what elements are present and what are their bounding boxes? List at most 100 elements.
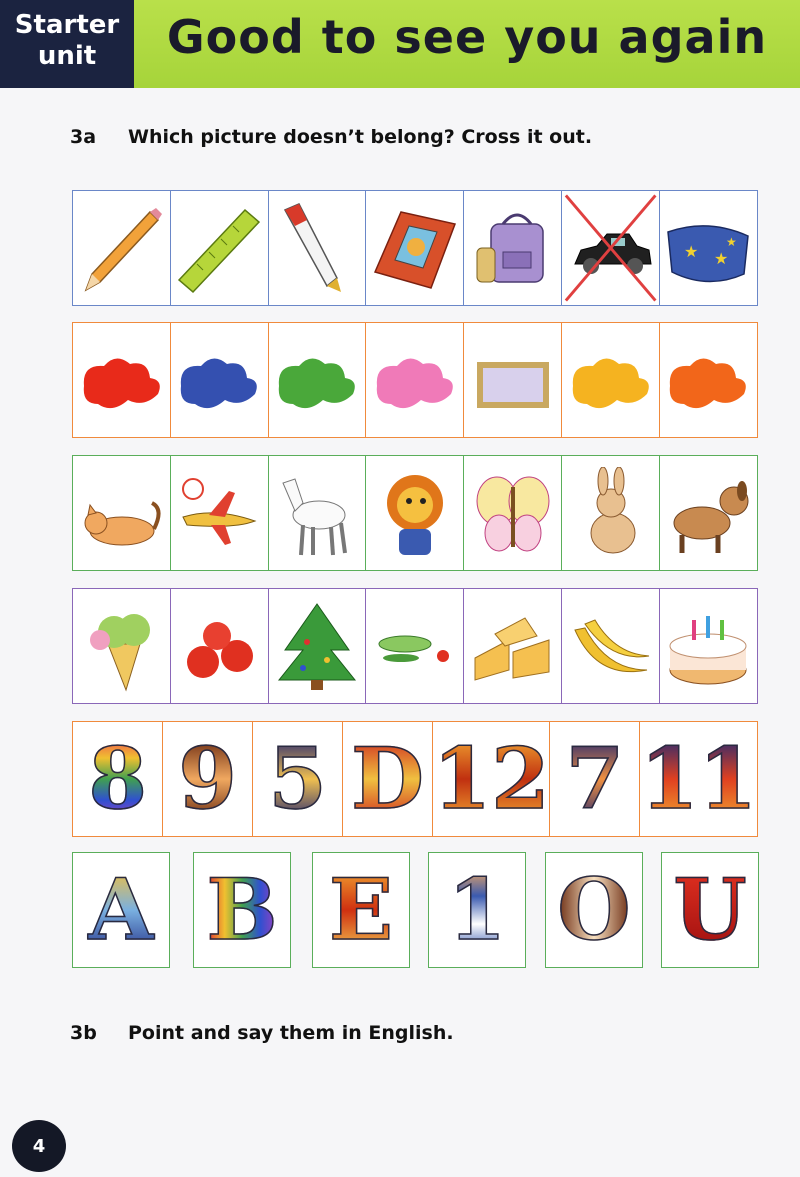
cell-cat[interactable] [72,455,172,571]
symbol-8: 8 [88,729,148,828]
dog-icon [673,481,749,553]
lion-icon [386,475,443,555]
cell-dog[interactable] [658,455,758,571]
symbol-o: O [557,860,632,959]
symbol-9: 9 [178,729,238,828]
cell-apples[interactable] [169,588,270,704]
green-paint-icon [278,358,356,409]
cell-book[interactable] [365,190,465,306]
vegetables-icon [378,635,449,662]
cell-red-paint[interactable] [72,322,172,438]
picture-row-4 [72,588,758,704]
schoolbag-icon [476,213,544,283]
symbol-row-6: A B E 1 O U [72,852,760,968]
svg-text:★: ★ [726,235,737,249]
cell-picture-frame[interactable] [463,322,563,438]
exercise-number-3b: 3b [70,1022,97,1044]
ruler-icon [178,208,261,294]
picture-frame-icon [476,362,549,408]
picture-row-1: ★ ★ ★ [72,190,758,306]
symbol-7: 7 [565,729,625,828]
symbol-u: U [673,860,748,959]
svg-text:★: ★ [714,249,728,268]
cell-vegetables[interactable] [365,588,465,704]
cell-symbol[interactable]: E [312,852,410,968]
cell-schoolbag[interactable] [463,190,563,306]
svg-text:★: ★ [684,242,698,261]
cell-bananas[interactable] [560,588,661,704]
instruction-text-3b: Point and say them in English. [128,1022,454,1044]
instruction-text-3a: Which picture doesn’t belong? Cross it o… [128,126,593,148]
pink-paint-icon [376,358,453,409]
cell-symbol[interactable]: 7 [549,721,641,837]
page-title: Good to see you again [166,10,768,64]
picture-row-3 [72,455,758,571]
title-band: Good to see you again [134,0,800,88]
symbol-e: E [328,860,394,959]
cell-car-crossed[interactable] [560,190,661,306]
birthday-cake-icon [669,616,747,685]
symbol-d: D [350,729,424,828]
pencil-icon [84,208,162,292]
plane-icon [182,478,257,545]
cell-symbol[interactable]: D [341,721,434,837]
blue-paint-icon [181,358,258,409]
ice-cream-icon [89,614,150,692]
horse-icon [282,478,348,556]
symbol-a: A [88,860,155,959]
page-number: 4 [12,1120,66,1172]
cat-icon [84,501,161,546]
cell-blue-paint[interactable] [169,322,270,438]
cell-cheese[interactable] [463,588,563,704]
red-paint-icon [83,358,160,409]
cell-pink-paint[interactable] [365,322,465,438]
symbol-b: B [206,860,279,959]
christmas-tree-icon [278,603,357,690]
instruction-3b: 3b Point and say them in English. [70,1022,454,1044]
cell-rabbit[interactable] [560,455,661,571]
symbol-1: 1 [447,860,507,959]
symbol-12: 12 [432,729,550,828]
cell-birthday-cake[interactable] [658,588,758,704]
cell-symbol[interactable]: U [661,852,759,968]
unit-label-line1: Starter [14,10,120,40]
cell-symbol[interactable]: 9 [161,721,254,837]
unit-label: Starter unit [0,0,134,88]
cell-pencil-case[interactable]: ★ ★ ★ [658,190,758,306]
butterfly-icon [476,476,550,552]
cross-mark [564,194,657,302]
cell-ruler[interactable] [169,190,270,306]
cell-symbol[interactable]: 5 [251,721,344,837]
bananas-icon [573,619,649,673]
cell-ice-cream[interactable] [72,588,172,704]
cell-orange-paint[interactable] [658,322,758,438]
cell-butterfly[interactable] [463,455,563,571]
picture-row-2 [72,322,758,438]
orange-paint-icon [670,358,747,409]
cell-pen[interactable] [267,190,367,306]
cell-green-paint[interactable] [267,322,367,438]
exercise-number-3a: 3a [70,126,97,148]
cell-symbol[interactable]: 12 [431,721,551,837]
yellow-paint-icon [572,358,649,409]
cell-symbol[interactable]: 11 [639,721,758,837]
cell-horse[interactable] [267,455,367,571]
cell-christmas-tree[interactable] [267,588,367,704]
cell-symbol[interactable]: B [193,852,291,968]
cell-plane[interactable] [169,455,270,571]
cell-symbol[interactable]: 8 [72,721,164,837]
cheese-icon [474,617,550,681]
book-icon [373,211,456,289]
cell-symbol[interactable]: A [72,852,170,968]
cell-symbol[interactable]: 1 [428,852,526,968]
cell-pencil[interactable] [72,190,172,306]
apples-icon [187,622,254,678]
symbol-row-5: 8 9 5 D 12 7 11 [72,721,758,837]
instruction-3a: 3a Which picture doesn’t belong? Cross it… [70,126,592,148]
cell-lion[interactable] [365,455,465,571]
unit-label-line2: unit [37,41,97,71]
symbol-11: 11 [639,729,757,828]
cell-symbol[interactable]: O [545,852,643,968]
cell-yellow-paint[interactable] [560,322,661,438]
rabbit-icon [590,467,636,554]
